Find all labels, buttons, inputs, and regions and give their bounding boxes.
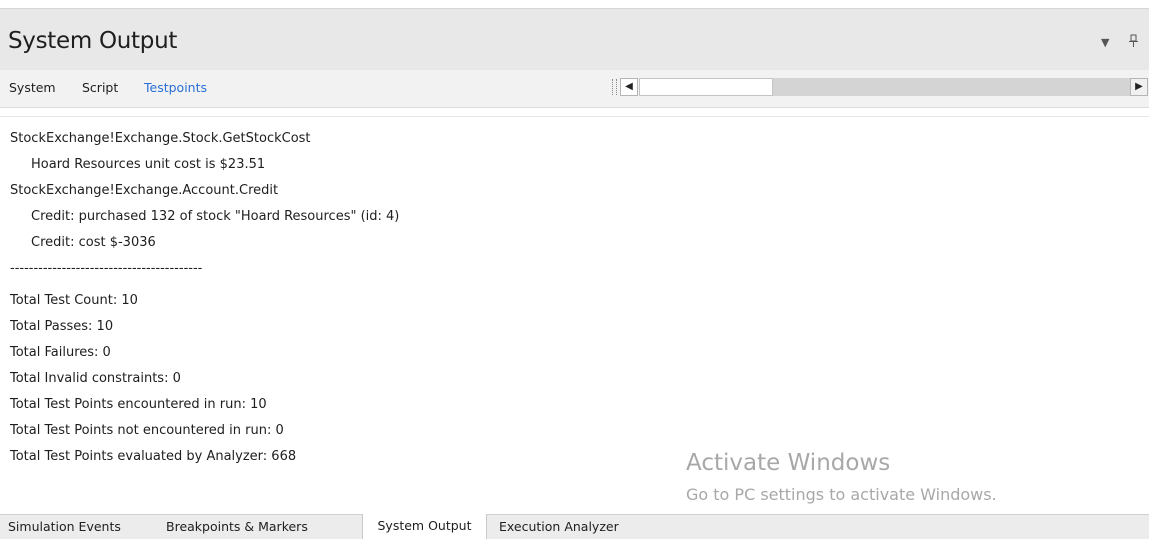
tab-system-output[interactable]: System Output [362, 514, 487, 539]
tab-system[interactable]: System [9, 80, 56, 95]
panel-title-bar: System Output ▼ [0, 8, 1149, 70]
output-line: Total Test Points not encountered in run… [10, 423, 284, 438]
output-separator: ----------------------------------------… [10, 261, 203, 276]
tab-breakpoints-markers[interactable]: Breakpoints & Markers [166, 515, 308, 539]
output-line: Total Passes: 10 [10, 319, 114, 334]
output-line: StockExchange!Exchange.Stock.GetStockCos… [10, 131, 311, 146]
output-line: Credit: purchased 132 of stock "Hoard Re… [31, 209, 400, 224]
scrollbar-thumb[interactable] [639, 78, 773, 96]
tab-simulation-events[interactable]: Simulation Events [8, 515, 121, 539]
activation-watermark-subtitle: Go to PC settings to activate Windows. [686, 485, 997, 504]
pin-icon[interactable] [1129, 34, 1138, 49]
scroll-right-icon[interactable]: ▶ [1130, 78, 1148, 96]
pin-icon-svg [1129, 34, 1138, 47]
system-output-panel: System Output ▼ System Script Testpoints… [0, 0, 1149, 539]
chevron-down-icon[interactable]: ▼ [1101, 37, 1109, 49]
output-line: Total Test Count: 10 [10, 293, 138, 308]
activation-watermark-title: Activate Windows [686, 450, 891, 476]
output-line: StockExchange!Exchange.Account.Credit [10, 183, 279, 198]
output-text-area[interactable]: StockExchange!Exchange.Stock.GetStockCos… [0, 116, 1149, 512]
bottom-tab-bar: Simulation Events Breakpoints & Markers … [0, 514, 1149, 539]
tab-script[interactable]: Script [82, 80, 118, 95]
output-line: Total Test Points evaluated by Analyzer:… [10, 449, 297, 464]
horizontal-scrollbar[interactable]: ◀ ▶ [612, 78, 1149, 96]
output-line: Credit: cost $-3036 [31, 235, 156, 250]
splitter-grip[interactable] [612, 79, 617, 95]
output-line: Hoard Resources unit cost is $23.51 [31, 157, 266, 172]
scroll-left-icon[interactable]: ◀ [620, 78, 638, 96]
output-line: Total Test Points encountered in run: 10 [10, 397, 267, 412]
tab-testpoints[interactable]: Testpoints [144, 80, 207, 95]
scrollbar-track[interactable] [773, 78, 1130, 96]
panel-title: System Output [8, 28, 178, 54]
output-line: Total Failures: 0 [10, 345, 111, 360]
output-line: Total Invalid constraints: 0 [10, 371, 181, 386]
tab-execution-analyzer[interactable]: Execution Analyzer [499, 515, 619, 539]
